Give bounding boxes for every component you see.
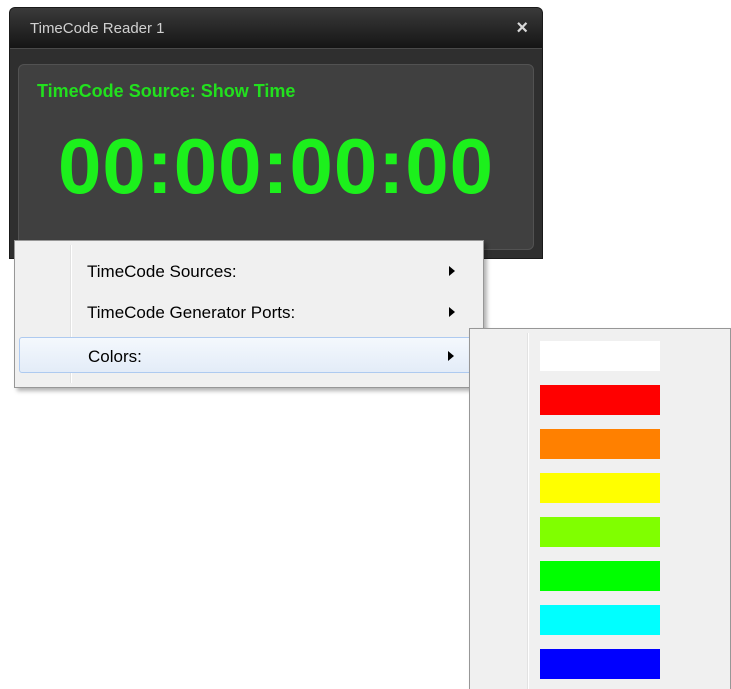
- colors-submenu: [469, 328, 731, 689]
- timecode-reader-window: TimeCode Reader 1 × TimeCode Source: Sho…: [10, 8, 542, 258]
- timecode-display: 00:00:00:00: [58, 122, 494, 210]
- window-title: TimeCode Reader 1: [30, 20, 165, 37]
- menu-item-label: TimeCode Generator Ports:: [87, 303, 296, 322]
- color-swatch-red[interactable]: [540, 385, 660, 415]
- menu-item-timecode-generator-ports[interactable]: TimeCode Generator Ports:: [19, 294, 477, 330]
- close-icon[interactable]: ×: [516, 17, 528, 40]
- color-swatch-green[interactable]: [540, 561, 660, 591]
- color-swatch-blue[interactable]: [540, 649, 660, 679]
- color-swatch-orange[interactable]: [540, 429, 660, 459]
- color-swatch-lime[interactable]: [540, 517, 660, 547]
- submenu-arrow-icon: [449, 266, 455, 276]
- context-menu: TimeCode Sources: TimeCode Generator Por…: [14, 240, 484, 388]
- submenu-arrow-icon: [448, 351, 454, 361]
- menu-item-label: Colors:: [88, 347, 142, 366]
- timecode-source-label: TimeCode Source: Show Time: [37, 81, 296, 101]
- menu-icon-gutter: [527, 333, 529, 689]
- color-swatch-yellow[interactable]: [540, 473, 660, 503]
- color-swatch-white[interactable]: [540, 341, 660, 371]
- submenu-arrow-icon: [449, 307, 455, 317]
- menu-item-timecode-sources[interactable]: TimeCode Sources:: [19, 253, 477, 289]
- title-bar[interactable]: TimeCode Reader 1 ×: [10, 8, 542, 49]
- menu-item-label: TimeCode Sources:: [87, 262, 237, 281]
- timecode-display-panel: TimeCode Source: Show Time 00:00:00:00: [18, 64, 534, 250]
- color-swatch-cyan[interactable]: [540, 605, 660, 635]
- menu-item-colors[interactable]: Colors:: [19, 337, 477, 373]
